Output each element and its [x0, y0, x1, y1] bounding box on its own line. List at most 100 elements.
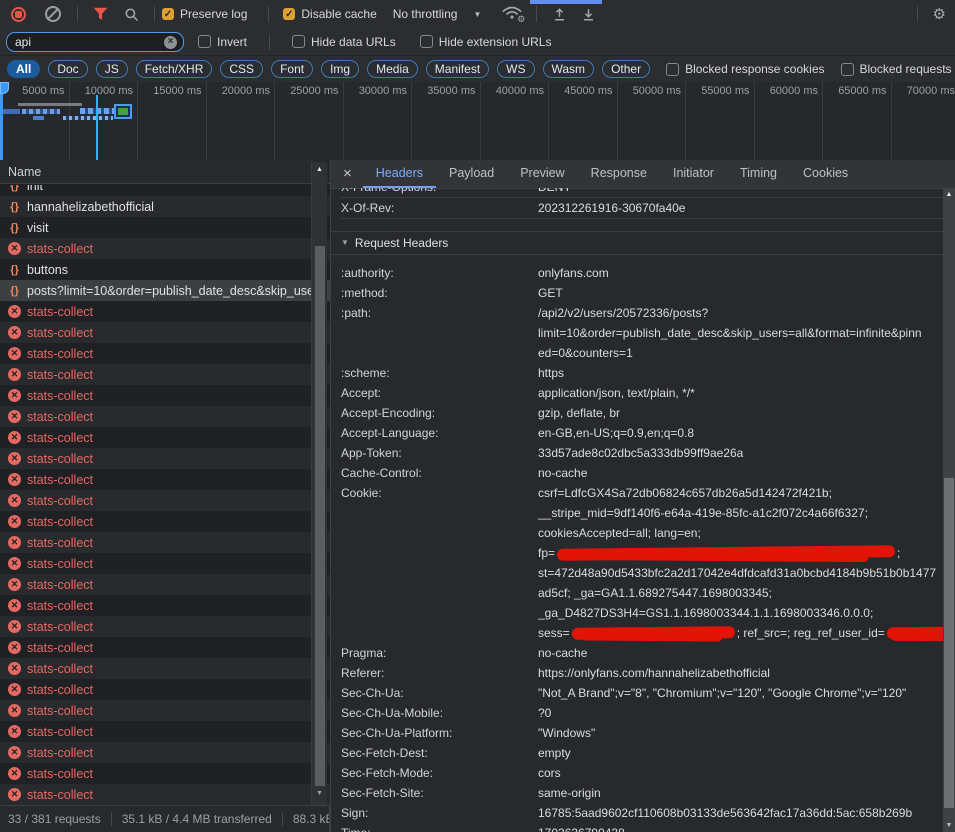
fetch-xhr-icon: {} [8, 222, 21, 234]
waterfall-bar [80, 108, 116, 114]
request-row[interactable]: ✕stats-collect [0, 574, 330, 595]
filter-pill-font[interactable]: Font [271, 60, 313, 78]
hide-data-urls-checkbox[interactable] [292, 35, 305, 48]
tab-response[interactable]: Response [578, 160, 660, 188]
record-stop-icon[interactable] [11, 7, 26, 22]
filter-pill-css[interactable]: CSS [220, 60, 263, 78]
details-tabs: HeadersPayloadPreviewResponseInitiatorTi… [363, 160, 861, 188]
request-row[interactable]: ✕stats-collect [0, 742, 330, 763]
request-row[interactable]: ✕stats-collect [0, 658, 330, 679]
filter-pill-manifest[interactable]: Manifest [426, 60, 489, 78]
request-row[interactable]: ✕stats-collect [0, 700, 330, 721]
export-har-icon[interactable] [581, 7, 596, 22]
request-row[interactable]: ✕stats-collect [0, 301, 330, 322]
clear-network-log-icon[interactable] [45, 6, 61, 22]
request-row[interactable]: ✕stats-collect [0, 427, 330, 448]
scroll-down-icon[interactable]: ▼ [312, 790, 327, 797]
request-row[interactable]: {}hannahelizabethofficial [0, 196, 330, 217]
waterfall-bar [33, 116, 44, 120]
filter-search-input[interactable] [6, 32, 184, 52]
scrollbar-thumb[interactable] [944, 478, 954, 808]
header-row: Sec-Fetch-Site:same-origin [341, 783, 943, 803]
request-row[interactable]: ✕stats-collect [0, 721, 330, 742]
filter-pill-doc[interactable]: Doc [48, 60, 87, 78]
request-row[interactable]: ✕stats-collect [0, 469, 330, 490]
header-value-line: ad5cf; _ga=GA1.1.689275447.1698003345; [538, 583, 943, 603]
request-row[interactable]: ✕stats-collect [0, 616, 330, 637]
name-column-header[interactable]: Name [0, 160, 330, 184]
overview-left-handle-grip[interactable] [0, 82, 9, 94]
request-row[interactable]: ✕stats-collect [0, 448, 330, 469]
request-name: stats-collect [27, 788, 93, 802]
request-row[interactable]: ✕stats-collect [0, 553, 330, 574]
request-row[interactable]: ✕stats-collect [0, 490, 330, 511]
clear-filter-icon[interactable]: × [164, 36, 177, 49]
timeline-tick-label: 25000 ms [290, 85, 338, 97]
header-row: Sec-Fetch-Mode:cors [341, 763, 943, 783]
request-row[interactable]: ✕stats-collect [0, 385, 330, 406]
scroll-up-icon[interactable]: ▲ [943, 191, 955, 198]
filter-pill-all[interactable]: All [7, 60, 40, 78]
request-list-scrollbar[interactable]: ▲ ▼ [311, 162, 327, 805]
request-row[interactable]: {}visit [0, 217, 330, 238]
request-row[interactable]: ✕stats-collect [0, 322, 330, 343]
request-row[interactable]: ✕stats-collect [0, 406, 330, 427]
header-value-line: 33d57ade8c02dbc5a333db99ff9ae26a [538, 443, 943, 463]
filter-pill-other[interactable]: Other [602, 60, 650, 78]
header-value: https [538, 363, 943, 383]
blocked-requests-checkbox[interactable] [841, 63, 854, 76]
request-row[interactable]: ✕stats-collect [0, 637, 330, 658]
disable-cache-checkbox[interactable] [283, 8, 295, 20]
filter-pill-wasm[interactable]: Wasm [543, 60, 595, 78]
header-value-line: cookiesAccepted=all; lang=en; [538, 523, 943, 543]
request-row[interactable]: {}posts?limit=10&order=publish_date_desc… [0, 280, 330, 301]
request-row[interactable]: ✕stats-collect [0, 784, 330, 805]
tab-headers[interactable]: Headers [363, 160, 436, 188]
header-value-text: sess= [538, 626, 570, 640]
filter-pill-img[interactable]: Img [321, 60, 359, 78]
request-row[interactable]: ✕stats-collect [0, 595, 330, 616]
settings-gear-icon[interactable]: ⚙ [933, 5, 946, 23]
hide-extension-urls-checkbox[interactable] [420, 35, 433, 48]
tab-timing[interactable]: Timing [727, 160, 790, 188]
request-row[interactable]: {}buttons [0, 259, 330, 280]
details-scrollbar[interactable]: ▲ ▼ [943, 188, 955, 832]
tab-payload[interactable]: Payload [436, 160, 507, 188]
request-row[interactable]: ✕stats-collect [0, 679, 330, 700]
filter-pill-js[interactable]: JS [96, 60, 128, 78]
waterfall-overview[interactable]: 5000 ms10000 ms15000 ms20000 ms25000 ms3… [0, 82, 955, 161]
failed-request-icon: ✕ [8, 452, 21, 465]
filter-pill-fetch-xhr[interactable]: Fetch/XHR [136, 60, 213, 78]
request-headers-section[interactable]: ▼ Request Headers [331, 231, 943, 255]
header-name: Cache-Control: [341, 463, 538, 483]
tab-preview[interactable]: Preview [507, 160, 577, 188]
header-value: /api2/v2/users/20572336/posts?limit=10&o… [538, 303, 943, 363]
blocked-response-cookies-checkbox[interactable] [666, 63, 679, 76]
network-conditions-icon[interactable]: ⚙ [501, 6, 523, 22]
request-row[interactable]: ✕stats-collect [0, 511, 330, 532]
close-icon[interactable]: × [331, 160, 363, 188]
preserve-log-checkbox[interactable] [162, 8, 174, 20]
header-value-line: application/json, text/plain, */* [538, 383, 943, 403]
header-row: Sec-Ch-Ua-Mobile:?0 [341, 703, 943, 723]
filter-pill-media[interactable]: Media [367, 60, 418, 78]
request-row[interactable]: ✕stats-collect [0, 763, 330, 784]
scroll-up-icon[interactable]: ▲ [312, 166, 327, 173]
filter-funnel-icon[interactable] [93, 7, 108, 21]
tab-initiator[interactable]: Initiator [660, 160, 727, 188]
invert-checkbox[interactable] [198, 35, 211, 48]
request-row[interactable]: ✕stats-collect [0, 238, 330, 259]
scrollbar-thumb[interactable] [315, 246, 325, 786]
request-row[interactable]: ✕stats-collect [0, 364, 330, 385]
throttling-select[interactable]: No throttling [393, 7, 458, 21]
import-har-icon[interactable] [552, 7, 567, 22]
filter-pill-ws[interactable]: WS [497, 60, 534, 78]
request-row[interactable]: ✕stats-collect [0, 532, 330, 553]
scroll-down-icon[interactable]: ▼ [943, 822, 955, 829]
request-row[interactable]: ✕stats-collect [0, 343, 330, 364]
tab-cookies[interactable]: Cookies [790, 160, 861, 188]
header-value: GET [538, 283, 943, 303]
search-icon[interactable] [124, 7, 139, 22]
request-row[interactable]: {}init [0, 185, 330, 196]
chevron-down-icon[interactable]: ▼ [473, 10, 481, 19]
